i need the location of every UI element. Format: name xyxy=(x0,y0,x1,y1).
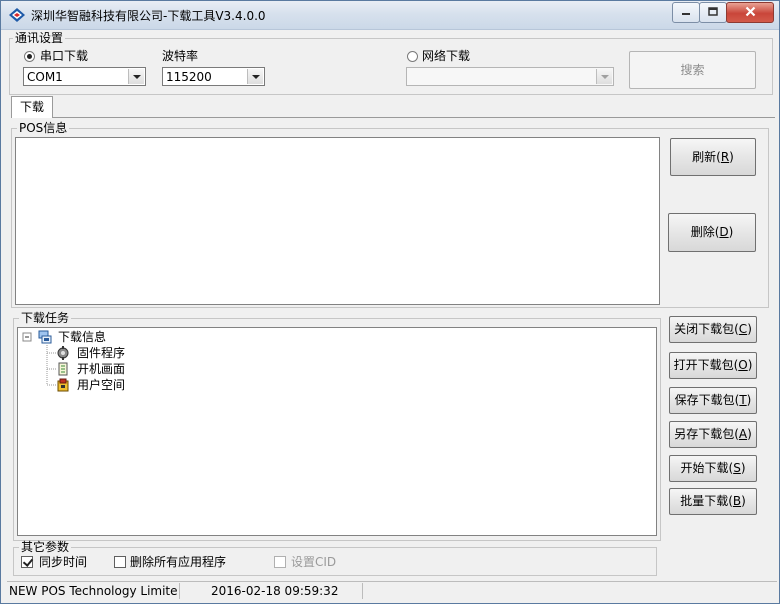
save-package-key: T xyxy=(739,393,747,407)
save-package-as-button[interactable]: 另存下载包(A) xyxy=(669,421,757,448)
start-download-key: S xyxy=(733,461,741,475)
refresh-button-text: 刷新( xyxy=(692,150,721,164)
chevron-down-icon[interactable] xyxy=(596,69,612,84)
save-package-text: 保存下载包( xyxy=(674,393,740,407)
port-select-value: COM1 xyxy=(27,70,63,84)
serial-download-label: 串口下载 xyxy=(40,49,89,63)
refresh-button-end: ) xyxy=(729,150,734,164)
delete-button-key: D xyxy=(719,225,729,239)
baud-rate-value: 115200 xyxy=(166,70,212,84)
start-download-text: 开始下载( xyxy=(680,461,734,475)
tree-item-boot-screen-label: 开机画面 xyxy=(77,362,126,376)
network-download-label: 网络下载 xyxy=(422,49,471,63)
title-bar[interactable]: 深圳华智融科技有限公司-下载工具V3.4.0.0 xyxy=(1,1,779,30)
user-space-icon xyxy=(57,378,69,392)
open-package-button[interactable]: 打开下载包(O) xyxy=(669,352,757,379)
minimize-button[interactable] xyxy=(672,2,700,23)
delete-apps-checkbox[interactable] xyxy=(114,556,126,568)
app-logo-icon xyxy=(9,8,25,22)
set-cid-label: 设置CID xyxy=(291,555,337,569)
close-package-button[interactable]: 关闭下载包(C) xyxy=(669,316,757,343)
download-task-tree[interactable]: 下载信息 固件程序 开机画面 用户空间 xyxy=(17,327,657,536)
close-package-key: C xyxy=(738,322,748,336)
minimize-icon xyxy=(682,13,690,15)
sync-time-checkbox[interactable] xyxy=(21,556,33,568)
status-bar: NEW POS Technology Limite 2016-02-18 09:… xyxy=(7,581,777,601)
search-button-label: 搜索 xyxy=(680,63,705,77)
network-download-radio[interactable] xyxy=(407,51,418,62)
baud-rate-label: 波特率 xyxy=(162,49,199,63)
save-package-as-end: ) xyxy=(747,427,752,441)
maximize-button[interactable] xyxy=(699,2,727,23)
close-package-text: 关闭下载包( xyxy=(674,322,739,336)
pos-info-list[interactable] xyxy=(15,137,660,305)
batch-download-button[interactable]: 批量下载(B) xyxy=(669,488,757,515)
main-window: 深圳华智融科技有限公司-下载工具V3.4.0.0 通讯设置 串口下载 波特率 C… xyxy=(0,0,780,604)
start-download-button[interactable]: 开始下载(S) xyxy=(669,455,757,482)
tab-download[interactable]: 下载 xyxy=(11,96,53,118)
delete-button[interactable]: 删除(D) xyxy=(668,213,756,252)
status-datetime: 2016-02-18 09:59:32 xyxy=(181,583,363,599)
boot-screen-icon xyxy=(58,362,68,376)
batch-download-text: 批量下载( xyxy=(680,494,733,508)
sync-time-label: 同步时间 xyxy=(39,555,88,569)
open-package-key: O xyxy=(738,358,748,372)
firmware-icon xyxy=(57,346,69,360)
start-download-end: ) xyxy=(740,461,746,475)
serial-download-radio[interactable] xyxy=(24,51,35,62)
save-package-button[interactable]: 保存下载包(T) xyxy=(669,387,757,414)
other-params-label: 其它参数 xyxy=(19,540,72,554)
download-info-icon xyxy=(38,330,52,344)
chevron-down-icon[interactable] xyxy=(247,69,263,84)
batch-download-end: ) xyxy=(741,494,746,508)
delete-button-end: ) xyxy=(728,225,734,239)
save-package-as-key: A xyxy=(738,427,748,441)
refresh-button-key: R xyxy=(720,150,730,164)
search-button[interactable]: 搜索 xyxy=(629,51,756,89)
batch-download-key: B xyxy=(732,494,742,508)
comm-settings-label: 通讯设置 xyxy=(13,31,66,45)
delete-button-text: 删除( xyxy=(690,225,720,239)
tree-item-user-space-label: 用户空间 xyxy=(77,378,126,392)
tree-item-firmware-label: 固件程序 xyxy=(77,346,126,360)
save-package-as-text: 另存下载包( xyxy=(674,427,739,441)
network-device-select[interactable] xyxy=(406,67,614,86)
status-company: NEW POS Technology Limite xyxy=(9,583,180,599)
maximize-icon xyxy=(708,7,718,16)
port-select[interactable]: COM1 xyxy=(23,67,146,86)
open-package-text: 打开下载包( xyxy=(673,358,739,372)
baud-rate-select[interactable]: 115200 xyxy=(162,67,265,86)
close-package-end: ) xyxy=(747,322,752,336)
download-tasks-label: 下载任务 xyxy=(19,311,72,325)
open-package-end: ) xyxy=(747,358,753,372)
delete-apps-label: 删除所有应用程序 xyxy=(130,555,227,569)
close-button[interactable] xyxy=(726,2,774,23)
tab-divider xyxy=(53,117,775,118)
tree-item-root-label: 下载信息 xyxy=(58,330,107,344)
window-title: 深圳华智融科技有限公司-下载工具V3.4.0.0 xyxy=(31,9,266,23)
pos-info-label: POS信息 xyxy=(17,121,70,135)
chevron-down-icon[interactable] xyxy=(128,69,144,84)
close-icon xyxy=(745,6,755,17)
save-package-end: ) xyxy=(746,393,752,407)
refresh-button[interactable]: 刷新(R) xyxy=(670,138,756,176)
set-cid-checkbox[interactable] xyxy=(274,556,286,568)
